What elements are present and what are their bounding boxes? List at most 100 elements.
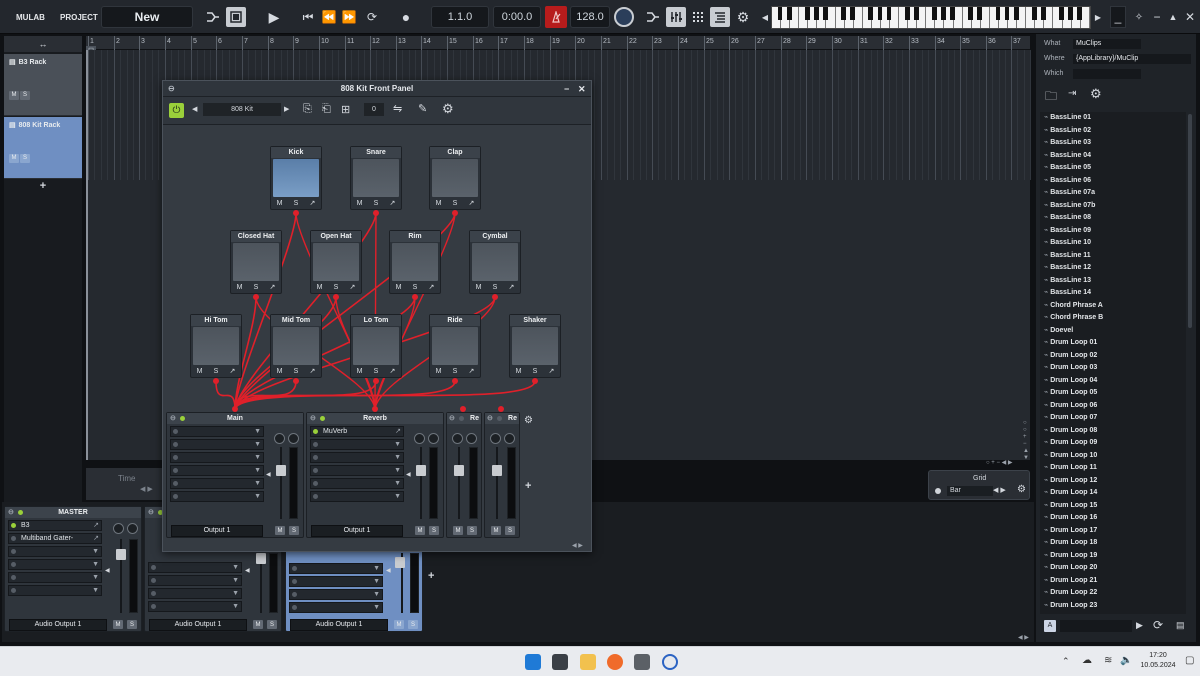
clip-list-item[interactable]: ⌁ Drum Loop 15 <box>1040 500 1186 513</box>
strip-power-icon[interactable]: ⊖ <box>148 507 154 518</box>
black-key[interactable] <box>841 7 847 21</box>
clip-list-item[interactable]: ⌁ BassLine 13 <box>1040 275 1186 288</box>
black-key[interactable] <box>1013 7 1019 21</box>
pad-open-editor-icon[interactable]: ↗ <box>270 283 276 291</box>
loop-icon[interactable]: ⟳ <box>362 7 382 27</box>
insert-slot-1[interactable]: MuVerb ↗ <box>310 426 404 437</box>
insert-slot-3[interactable]: ▼ <box>289 563 383 574</box>
black-key[interactable] <box>850 7 856 21</box>
minimize-window-icon[interactable]: − <box>564 81 569 97</box>
drum-pad-mid-tom[interactable]: Mid Tom M S ↗ <box>270 314 322 378</box>
play-icon[interactable]: ▶ <box>264 7 284 27</box>
mulab-icon[interactable] <box>662 654 678 670</box>
track-808-kit-rack[interactable]: ▤ 808 Kit Rack MS <box>4 117 82 179</box>
pad-output-port[interactable] <box>293 378 299 384</box>
clip-list-item[interactable]: ⌁ BassLine 07b <box>1040 200 1186 213</box>
drum-pad-clap[interactable]: Clap M S ↗ <box>429 146 481 210</box>
pad-open-editor-icon[interactable]: ↗ <box>469 367 475 375</box>
black-key[interactable] <box>1068 7 1073 21</box>
solo-button[interactable]: S <box>20 153 30 163</box>
insert-slot-5[interactable]: ▼ <box>148 588 242 599</box>
route-icon[interactable]: ⇥ <box>1068 88 1076 99</box>
strip-power-icon[interactable]: ⊖ <box>487 413 493 424</box>
solo-button[interactable]: S <box>20 90 30 100</box>
routing-icon[interactable] <box>203 7 223 27</box>
refresh-icon[interactable]: ⟳ <box>1153 618 1163 632</box>
pan-knob[interactable] <box>414 433 425 444</box>
edit-pencil-icon[interactable]: ✎ <box>418 102 427 115</box>
pad-solo-button[interactable]: S <box>453 200 458 207</box>
cloud-icon[interactable]: ☁ <box>1082 655 1092 666</box>
collapse-arrow-icon[interactable]: ◀ <box>386 567 391 574</box>
preset-prev-icon[interactable]: ◀ <box>192 105 197 113</box>
metronome-icon[interactable] <box>545 6 567 28</box>
keyboard-left-arrow-icon[interactable]: ◀ <box>760 9 770 25</box>
routing-view-icon[interactable] <box>643 7 663 27</box>
strip-power-icon[interactable]: ⊖ <box>8 507 14 518</box>
pad-output-port[interactable] <box>532 378 538 384</box>
clip-list-item[interactable]: ⌁ BassLine 05 <box>1040 162 1186 175</box>
preset-next-icon[interactable]: ▶ <box>284 105 289 113</box>
insert-slot-2[interactable]: ▼ <box>170 439 264 450</box>
send-knob[interactable] <box>428 433 439 444</box>
solo-button[interactable]: S <box>429 526 439 535</box>
record-icon[interactable]: ● <box>396 7 416 27</box>
save-preset-icon[interactable]: ⎗ <box>322 103 331 116</box>
drum-pad-snare[interactable]: Snare M S ↗ <box>350 146 402 210</box>
mute-button[interactable]: M <box>275 526 285 535</box>
volume-fader[interactable] <box>492 465 502 476</box>
white-key[interactable] <box>862 7 874 28</box>
add-preset-icon[interactable]: ⊞ <box>341 103 350 116</box>
solo-button[interactable]: S <box>267 620 277 629</box>
black-key[interactable] <box>904 7 910 21</box>
clip-list-item[interactable]: ⌁ BassLine 07a <box>1040 187 1186 200</box>
pad-trigger[interactable] <box>233 243 279 281</box>
black-key[interactable] <box>1040 7 1046 21</box>
pad-output-port[interactable] <box>213 378 219 384</box>
clip-list-item[interactable]: ⌁ Drum Loop 11 <box>1040 462 1186 475</box>
black-key[interactable] <box>823 7 828 21</box>
window-close-icon[interactable]: ✕ <box>1183 7 1197 27</box>
volume-fader[interactable] <box>454 465 464 476</box>
project-menu[interactable]: PROJECT <box>60 13 98 22</box>
white-key[interactable] <box>899 7 910 28</box>
track-b3-rack[interactable]: ▤ B3 Rack MS <box>4 54 82 116</box>
pad-mute-button[interactable]: M <box>317 284 323 291</box>
window-maximize-icon[interactable]: ▲ <box>1166 7 1180 27</box>
clip-list-item[interactable]: ⌁ Drum Loop 23 <box>1040 600 1186 613</box>
grid-enable-toggle[interactable] <box>935 488 941 494</box>
browser-view-icon[interactable] <box>710 7 730 27</box>
pad-solo-button[interactable]: S <box>254 284 259 291</box>
black-key[interactable] <box>1004 7 1010 21</box>
fast-forward-icon[interactable]: ⏩ <box>339 7 359 27</box>
clip-list-item[interactable]: ⌁ Doevel <box>1040 325 1186 338</box>
pad-trigger[interactable] <box>313 243 359 281</box>
white-key[interactable] <box>835 7 847 28</box>
clip-list-item[interactable]: ⌁ Drum Loop 01 <box>1040 337 1186 350</box>
clip-list-item[interactable]: ⌁ BassLine 14 <box>1040 287 1186 300</box>
output-select[interactable]: Output 1 <box>171 525 263 537</box>
pad-output-port[interactable] <box>333 294 339 300</box>
black-key[interactable] <box>1031 7 1037 21</box>
mute-button[interactable]: M <box>9 90 19 100</box>
drum-pad-shaker[interactable]: Shaker M S ↗ <box>509 314 561 378</box>
pad-mute-button[interactable]: M <box>357 368 363 375</box>
clock-time[interactable]: 17:20 <box>1136 652 1180 659</box>
solo-button[interactable]: S <box>127 620 137 629</box>
pan-knob[interactable] <box>490 433 501 444</box>
drum-pad-kick[interactable]: Kick M S ↗ <box>270 146 322 210</box>
solo-button[interactable]: S <box>408 620 418 629</box>
insert-slot-6[interactable]: ▼ <box>310 491 404 502</box>
strip-led[interactable] <box>18 510 23 515</box>
black-key[interactable] <box>977 7 983 21</box>
pad-solo-button[interactable]: S <box>294 368 299 375</box>
volume-fader[interactable] <box>256 553 266 564</box>
pad-solo-button[interactable]: S <box>374 200 379 207</box>
close-window-icon[interactable]: ✕ <box>578 81 586 97</box>
pad-solo-button[interactable]: S <box>374 368 379 375</box>
counter-display[interactable]: 0 <box>364 103 384 116</box>
clip-list-item[interactable]: ⌁ Chord Phrase A <box>1040 300 1186 313</box>
black-key[interactable] <box>777 7 783 21</box>
insert-slot-4[interactable]: ▼ <box>8 559 102 570</box>
playhead[interactable] <box>86 50 88 460</box>
